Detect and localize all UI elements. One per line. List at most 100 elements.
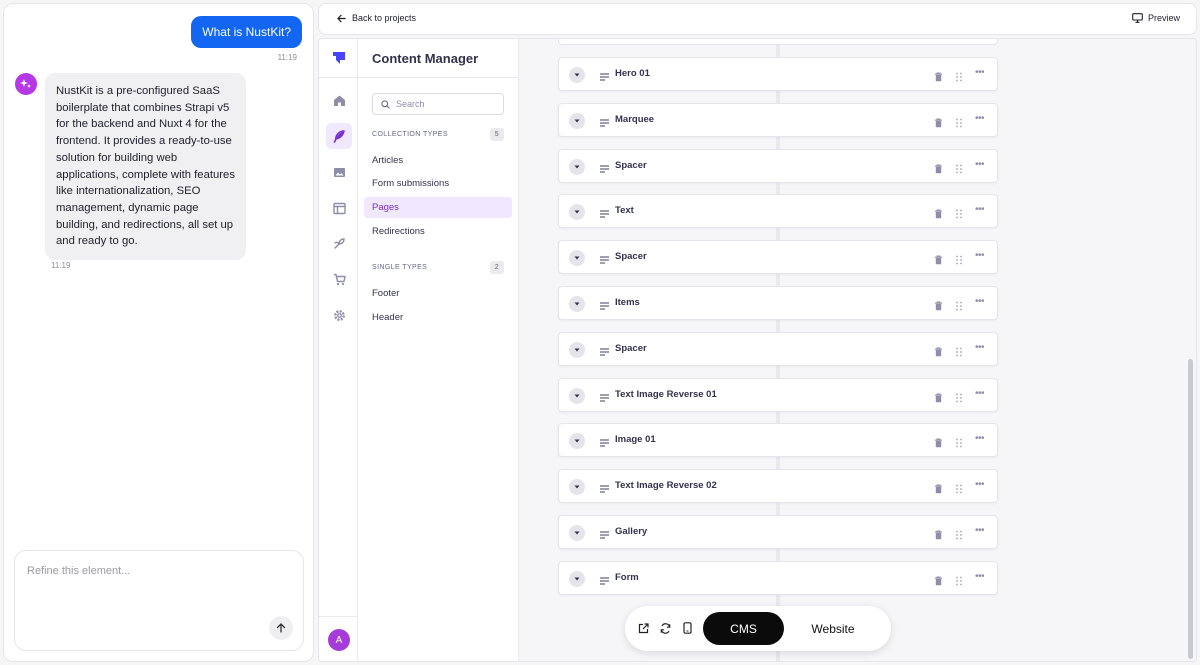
chevron-down-icon[interactable] [569,67,585,83]
drag-handle-icon[interactable] [955,390,963,408]
drag-handle-icon[interactable] [955,115,963,133]
drag-handle-icon[interactable] [955,252,963,270]
more-options-icon[interactable]: ••• [975,67,985,78]
text-lines-icon [599,481,610,499]
trash-icon[interactable] [934,298,943,316]
trash-icon[interactable] [934,115,943,133]
block-row[interactable]: Form ••• [558,560,998,595]
external-link-icon[interactable] [636,621,650,635]
chevron-down-icon[interactable] [569,479,585,496]
drag-handle-icon[interactable] [955,298,963,316]
block-row[interactable]: Hero 01 ••• [558,57,998,91]
rail-divider [319,616,358,617]
block-row[interactable]: Spacer ••• [558,331,998,366]
preview-button[interactable]: Preview [1132,13,1180,23]
content-manager-icon[interactable] [326,123,352,149]
trash-icon[interactable] [934,344,943,362]
block-row[interactable]: Marquee ••• [558,102,998,137]
cart-icon[interactable] [326,266,352,292]
chevron-down-icon[interactable] [569,341,585,358]
single-item-footer[interactable]: Footer [364,283,512,304]
website-tab[interactable]: Website [795,612,871,645]
collection-item-articles[interactable]: Articles [364,150,512,171]
trash-icon[interactable] [934,69,943,87]
collection-item-redirections[interactable]: Redirections [364,221,512,242]
block-row[interactable]: Gallery ••• [558,515,998,549]
chevron-down-icon[interactable] [569,112,585,129]
plugin-icon[interactable] [326,230,352,256]
block-row[interactable]: Items ••• [558,286,998,320]
trash-icon[interactable] [934,252,943,270]
collection-item-form-submissions[interactable]: Form submissions [364,173,512,194]
chevron-down-icon[interactable] [569,387,585,404]
trash-icon[interactable] [934,161,943,179]
more-options-icon[interactable]: ••• [975,388,985,399]
more-options-icon[interactable]: ••• [975,479,985,490]
drag-handle-icon[interactable] [955,206,963,224]
chevron-down-icon[interactable] [569,204,585,221]
block-name: Gallery [615,526,648,537]
icon-rail: A [319,39,358,661]
block-name: Form [615,571,639,583]
back-to-projects-link[interactable]: Back to projects [337,13,416,23]
chevron-down-icon[interactable] [569,296,585,312]
drag-handle-icon[interactable] [955,481,963,499]
search-input[interactable]: Search [372,93,504,115]
collection-item-pages[interactable]: Pages [364,197,512,218]
block-name: Items [615,297,640,308]
block-name: Marquee [615,113,655,125]
more-options-icon[interactable]: ••• [975,250,985,261]
block-row[interactable]: Spacer ••• [558,148,998,183]
more-options-icon[interactable]: ••• [975,204,985,215]
more-options-icon[interactable]: ••• [975,159,985,170]
more-options-icon[interactable]: ••• [975,525,985,536]
drag-handle-icon[interactable] [955,573,963,591]
refine-input[interactable]: Refine this element... [14,550,304,651]
chevron-down-icon[interactable] [569,525,585,541]
block-row[interactable]: Text Image Reverse 01 ••• [558,377,998,412]
more-options-icon[interactable]: ••• [975,571,985,582]
drag-handle-icon[interactable] [955,161,963,179]
trash-icon[interactable] [934,481,943,499]
scrollbar[interactable] [1186,39,1194,661]
more-options-icon[interactable]: ••• [975,433,985,444]
home-icon[interactable] [326,87,352,113]
rail-divider [319,77,358,78]
block-row[interactable]: Image 01 ••• [558,423,998,458]
single-item-header[interactable]: Header [364,307,512,328]
more-options-icon[interactable]: ••• [975,113,985,124]
trash-icon[interactable] [934,435,943,453]
layout-icon[interactable] [326,195,352,221]
block-row[interactable]: Text ••• [558,194,998,229]
chevron-down-icon[interactable] [569,250,585,267]
drag-handle-icon[interactable] [955,527,963,545]
text-lines-icon [599,344,610,362]
trash-icon[interactable] [934,390,943,408]
refresh-icon[interactable] [658,621,672,635]
sparkle-icon [20,79,31,88]
trash-icon[interactable] [934,206,943,224]
trash-icon[interactable] [934,573,943,591]
media-library-icon[interactable] [326,159,352,185]
chevron-down-icon[interactable] [569,158,585,175]
trash-icon[interactable] [934,527,943,545]
scrollbar-thumb[interactable] [1188,359,1193,659]
more-options-icon[interactable]: ••• [975,342,985,353]
block-row[interactable]: Text Image Reverse 02 ••• [558,469,998,504]
mobile-device-icon[interactable] [680,621,694,635]
cms-tab[interactable]: CMS [703,612,784,645]
settings-gear-icon[interactable] [326,302,352,328]
drag-handle-icon[interactable] [955,69,963,87]
drag-handle-icon[interactable] [955,344,963,362]
user-avatar[interactable]: A [328,629,350,651]
more-options-icon[interactable]: ••• [975,296,985,307]
chevron-down-icon[interactable] [569,570,585,587]
block-row[interactable]: Spacer ••• [558,240,998,275]
text-lines-icon [599,390,610,408]
drag-handle-icon[interactable] [955,435,963,453]
block-row-partial[interactable] [558,39,998,45]
send-button[interactable] [269,616,293,640]
strapi-logo-icon[interactable] [326,45,352,71]
chevron-down-icon[interactable] [569,433,585,450]
block-name: Spacer [615,159,647,171]
